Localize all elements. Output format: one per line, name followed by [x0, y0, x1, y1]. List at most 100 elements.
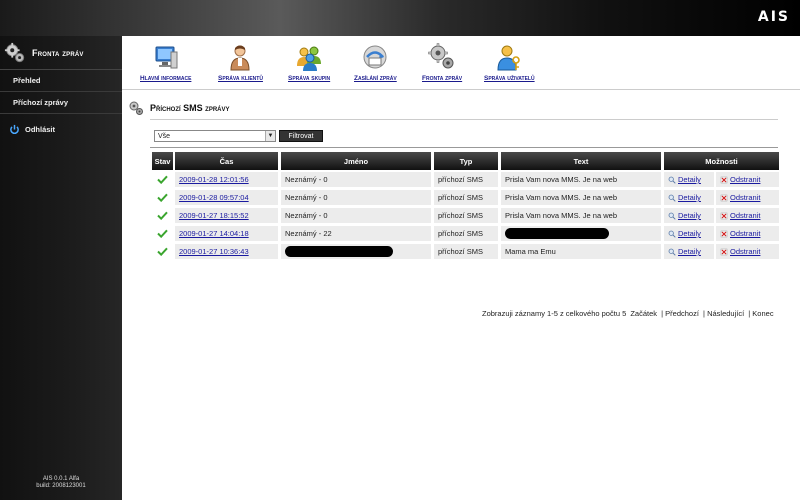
toolbar-sprava-skupin[interactable]: Správa skupin	[288, 42, 330, 82]
pager-last-link[interactable]: | Konec	[748, 309, 773, 318]
filter-button[interactable]: Filtrovat	[279, 130, 323, 142]
logout-button[interactable]: Odhlásit	[0, 114, 122, 144]
divider	[150, 119, 778, 120]
time-cell: 2009-01-28 12:01:56	[175, 172, 278, 187]
col-header-jmeno: Jméno	[281, 152, 431, 170]
time-link[interactable]: 2009-01-28 09:57:04	[179, 193, 249, 202]
table-row: 2009-01-27 18:15:52 Neznámý - 0 příchozí S…	[152, 206, 780, 224]
pager-next-link[interactable]: | Následující	[703, 309, 744, 318]
status-cell	[152, 172, 173, 187]
toolbar-label: Správa klientů	[218, 75, 263, 82]
pager-summary: Zobrazuji záznamy 1-5 z celkového počtu …	[482, 309, 627, 318]
status-cell	[152, 208, 173, 223]
delete-icon	[720, 248, 728, 255]
check-icon	[157, 193, 168, 202]
time-link[interactable]: 2009-01-27 18:15:52	[179, 211, 249, 220]
type-cell: příchozí SMS	[434, 208, 498, 223]
group-icon	[297, 46, 322, 71]
col-header-cas: Čas	[175, 152, 278, 170]
delete-link[interactable]: Odstranit	[730, 211, 760, 220]
detail-cell: Detaily	[664, 190, 714, 205]
toolbar-hlavni-informace[interactable]: Hlavní informace	[140, 42, 191, 82]
name-cell	[281, 244, 431, 259]
text-cell	[501, 226, 661, 241]
version-line: AIS 0.0.1 Alfa	[42, 476, 80, 482]
magnifier-icon	[668, 212, 676, 220]
top-header: AIS	[0, 0, 800, 36]
table-header-row: Stav Čas Jméno Typ Text Možnosti	[152, 152, 780, 170]
sidebar-item-label: Přehled	[13, 76, 41, 85]
check-icon	[157, 211, 168, 220]
toolbar-label: Fronta zpráv	[422, 75, 463, 82]
gears-icon	[428, 43, 454, 69]
delete-cell: Odstranit	[716, 226, 779, 241]
time-link[interactable]: 2009-01-28 12:01:56	[179, 175, 249, 184]
status-cell	[152, 244, 173, 259]
main-panel: Hlavní informace Správa klientů Správa s…	[122, 36, 800, 500]
delete-icon	[720, 176, 728, 183]
text-cell: Prisla Vam nova MMS. Je na web	[501, 208, 661, 223]
divider	[150, 147, 778, 148]
sidebar-item-prichozi-zpravy[interactable]: Příchozí zprávy	[0, 92, 122, 114]
detail-link[interactable]: Detaily	[678, 229, 701, 238]
delete-link[interactable]: Odstranit	[730, 229, 760, 238]
sidebar-header: Fronta zpráv	[0, 36, 122, 70]
toolbar-label: Zasílání zpráv	[354, 75, 397, 82]
pager-first-link[interactable]: Začátek	[630, 309, 657, 318]
col-header-typ: Typ	[434, 152, 498, 170]
toolbar-sprava-klientu[interactable]: Správa klientů	[218, 42, 263, 82]
status-cell	[152, 226, 173, 241]
detail-link[interactable]: Detaily	[678, 193, 701, 202]
magnifier-icon	[668, 176, 676, 184]
delete-icon	[720, 212, 728, 219]
check-icon	[157, 229, 168, 238]
page-title: Příchozí SMS zprávy	[150, 103, 230, 113]
logout-label: Odhlásit	[25, 124, 56, 134]
text-cell: Prisla Vam nova MMS. Je na web	[501, 172, 661, 187]
detail-link[interactable]: Detaily	[678, 247, 701, 256]
detail-cell: Detaily	[664, 244, 714, 259]
toolbar-fronta-zprav[interactable]: Fronta zpráv	[422, 42, 462, 82]
table-row: 2009-01-28 09:57:04 Neznámý - 0 příchozí S…	[152, 188, 780, 206]
main-toolbar: Hlavní informace Správa klientů Správa s…	[122, 36, 800, 90]
delete-icon	[720, 230, 728, 237]
detail-link[interactable]: Detaily	[678, 211, 701, 220]
time-cell: 2009-01-28 09:57:04	[175, 190, 278, 205]
table-body: 2009-01-28 12:01:56 Neznámý - 0 příchozí S…	[152, 170, 780, 260]
detail-link[interactable]: Detaily	[678, 175, 701, 184]
type-cell: příchozí SMS	[434, 172, 498, 187]
monitor-icon	[155, 46, 178, 69]
version-info: AIS 0.0.1 Alfa build: 2008123001	[0, 476, 122, 490]
build-line: build: 2008123001	[36, 483, 86, 489]
delete-cell: Odstranit	[716, 172, 779, 187]
toolbar-sprava-uzivatelu[interactable]: Správa uživatelů	[484, 42, 535, 82]
table-row: 2009-01-28 12:01:56 Neznámý - 0 příchozí S…	[152, 170, 780, 188]
toolbar-zasilani-zprav[interactable]: Zasílání zpráv	[354, 42, 397, 82]
magnifier-icon	[668, 194, 676, 202]
chevron-down-icon: ▼	[265, 131, 275, 141]
delete-link[interactable]: Odstranit	[730, 175, 760, 184]
toolbar-label: Správa uživatelů	[484, 75, 535, 82]
type-cell: příchozí SMS	[434, 226, 498, 241]
filter-select[interactable]: Vše ▼	[154, 130, 276, 142]
check-icon	[157, 247, 168, 256]
col-header-moznosti: Možnosti	[664, 152, 779, 170]
delete-link[interactable]: Odstranit	[730, 193, 760, 202]
sms-table: Stav Čas Jméno Typ Text Možnosti 2009-01…	[152, 152, 780, 260]
sidebar-item-prehled[interactable]: Přehled	[0, 70, 122, 92]
toolbar-label: Správa skupin	[288, 75, 331, 82]
pager-prev-link[interactable]: | Předchozí	[661, 309, 699, 318]
delete-icon	[720, 194, 728, 201]
delete-link[interactable]: Odstranit	[730, 247, 760, 256]
time-link[interactable]: 2009-01-27 10:36:43	[179, 247, 249, 256]
time-link[interactable]: 2009-01-27 14:04:18	[179, 229, 249, 238]
pagination: Zobrazuji záznamy 1-5 z celkového počtu …	[482, 309, 776, 318]
col-header-text: Text	[501, 152, 661, 170]
user-key-icon	[497, 45, 521, 71]
name-cell: Neznámý - 0	[281, 172, 431, 187]
delete-cell: Odstranit	[716, 190, 779, 205]
ais-logo: AIS	[757, 9, 790, 25]
name-cell: Neznámý - 22	[281, 226, 431, 241]
filter-bar: Vše ▼ Filtrovat	[154, 130, 323, 142]
name-cell: Neznámý - 0	[281, 208, 431, 223]
